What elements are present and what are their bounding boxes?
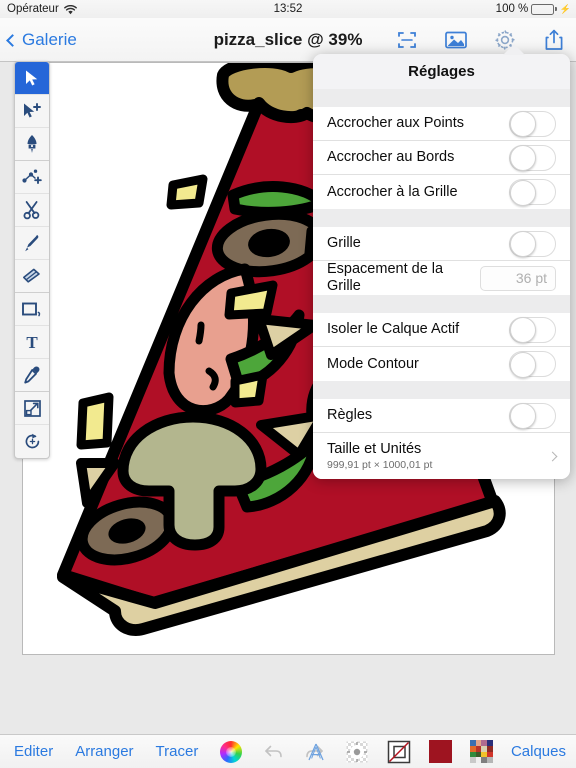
settings-popover: Réglages Accrocher aux Points Accrocher …: [313, 54, 570, 479]
settings-group-document: Règles Taille et Unités 999,91 pt × 1000…: [313, 399, 570, 479]
size-and-units-text: Taille et Unités 999,91 pt × 1000,01 pt: [327, 441, 432, 472]
edit-button[interactable]: Editer: [14, 743, 53, 760]
battery-icon: [531, 3, 557, 15]
snap-to-grid-row[interactable]: Accrocher à la Grille: [313, 175, 570, 209]
snap-to-edges-label: Accrocher au Bords: [327, 149, 455, 166]
text-tool[interactable]: T: [15, 326, 49, 359]
popover-section-gap: [313, 209, 570, 227]
effects-icon[interactable]: [345, 740, 369, 764]
grid-spacing-row[interactable]: Espacement de la Grille 36 pt: [313, 261, 570, 295]
settings-group-grid: Grille Espacement de la Grille 36 pt: [313, 227, 570, 295]
snap-to-edges-row[interactable]: Accrocher au Bords: [313, 141, 570, 175]
outline-mode-label: Mode Contour: [327, 355, 419, 372]
snap-to-grid-switch[interactable]: [509, 179, 556, 206]
transform-tool[interactable]: [15, 392, 49, 425]
size-and-units-sublabel: 999,91 pt × 1000,01 pt: [327, 459, 433, 472]
pen-tool[interactable]: [15, 128, 49, 161]
outline-mode-switch[interactable]: [509, 351, 556, 378]
svg-text:T: T: [26, 333, 38, 351]
battery-percent-label: 100 %: [495, 3, 529, 15]
trace-button[interactable]: Tracer: [156, 743, 199, 760]
fit-to-screen-icon[interactable]: [395, 28, 419, 52]
chevron-right-icon: [547, 451, 558, 461]
node-selection-tool[interactable]: [15, 95, 49, 128]
popover-section-gap: [313, 89, 570, 107]
snap-to-points-row[interactable]: Accrocher aux Points: [313, 107, 570, 141]
image-icon[interactable]: [444, 28, 468, 52]
eyedropper-tool[interactable]: [15, 359, 49, 392]
grid-label: Grille: [327, 235, 361, 252]
tool-palette: T: [14, 61, 50, 459]
snap-to-grid-label: Accrocher à la Grille: [327, 183, 458, 200]
isolate-active-layer-switch[interactable]: [509, 316, 556, 343]
ipad-vector-app: Opérateur 13:52 100 % ⚡ Galerie pizza_sl…: [0, 0, 576, 768]
clock: 13:52: [273, 3, 303, 15]
grid-row[interactable]: Grille: [313, 227, 570, 261]
popover-arrow: [503, 44, 525, 55]
snap-to-points-switch[interactable]: [509, 110, 556, 137]
grid-spacing-label: Espacement de la Grille: [327, 261, 444, 294]
share-icon[interactable]: [542, 28, 566, 52]
isolate-active-layer-label: Isoler le Calque Actif: [327, 321, 460, 338]
undo-icon[interactable]: [264, 744, 283, 760]
scissors-tool[interactable]: [15, 194, 49, 227]
bottom-toolbar-left: Editer Arranger Tracer: [14, 740, 324, 763]
status-bar-right: 100 % ⚡: [496, 3, 571, 15]
rulers-row[interactable]: Règles: [313, 399, 570, 433]
selection-arrow-tool[interactable]: [15, 62, 49, 95]
snap-to-edges-switch[interactable]: [509, 144, 556, 171]
text-style-icon[interactable]: [305, 741, 327, 763]
color-wheel-icon[interactable]: [220, 740, 243, 763]
popover-section-gap: [313, 381, 570, 399]
stroke-icon[interactable]: [387, 740, 411, 764]
popover-section-gap: [313, 295, 570, 313]
isolate-active-layer-row[interactable]: Isoler le Calque Actif: [313, 313, 570, 347]
paintbrush-tool[interactable]: [15, 227, 49, 260]
snap-to-points-label: Accrocher aux Points: [327, 115, 465, 132]
bottom-toolbar-right: Calques: [305, 740, 566, 764]
size-and-units-label: Taille et Unités: [327, 440, 422, 457]
fill-color-icon[interactable]: [428, 740, 452, 763]
rotate-tool[interactable]: [15, 425, 49, 458]
add-node-tool[interactable]: [15, 161, 49, 194]
outline-mode-row[interactable]: Mode Contour: [313, 347, 570, 381]
bolt-icon: ⚡: [559, 3, 571, 14]
grid-spacing-input[interactable]: 36 pt: [480, 265, 556, 291]
layers-button[interactable]: Calques: [511, 743, 566, 760]
settings-group-snapping: Accrocher aux Points Accrocher au Bords …: [313, 107, 570, 209]
bottom-toolbar: Editer Arranger Tracer Calques: [0, 734, 576, 768]
swatches-icon[interactable]: [469, 740, 493, 763]
arrange-button[interactable]: Arranger: [75, 743, 133, 760]
shape-rectangle-tool[interactable]: [15, 293, 49, 326]
size-and-units-row[interactable]: Taille et Unités 999,91 pt × 1000,01 pt: [313, 433, 570, 479]
rulers-switch[interactable]: [509, 402, 556, 429]
popover-title: Réglages: [313, 54, 570, 89]
eraser-tool[interactable]: [15, 260, 49, 293]
grid-switch[interactable]: [509, 230, 556, 257]
status-bar: Opérateur 13:52 100 % ⚡: [0, 0, 576, 18]
settings-group-view: Isoler le Calque Actif Mode Contour: [313, 313, 570, 381]
rulers-label: Règles: [327, 407, 373, 424]
